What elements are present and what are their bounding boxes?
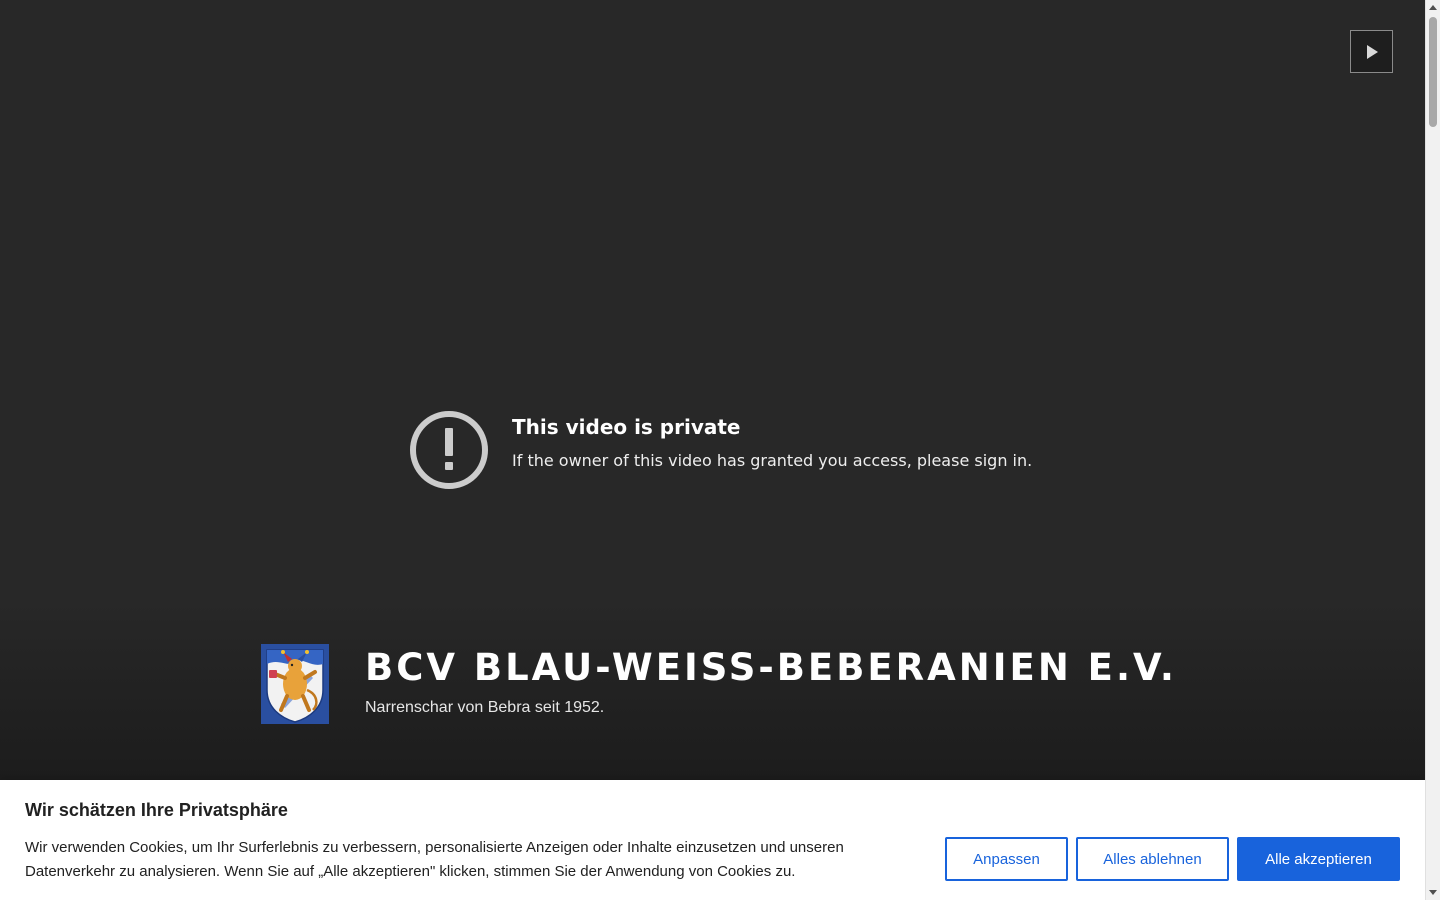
private-video-message: This video is private If the owner of th…	[408, 409, 1032, 491]
private-message-subtitle: If the owner of this video has granted y…	[512, 451, 1033, 470]
play-icon	[1366, 44, 1378, 59]
customize-button[interactable]: Anpassen	[945, 837, 1068, 881]
scroll-up-icon[interactable]	[1429, 5, 1437, 10]
private-message-title: This video is private	[512, 415, 741, 439]
scroll-down-icon[interactable]	[1429, 890, 1437, 895]
video-player[interactable]: This video is private If the owner of th…	[0, 0, 1425, 900]
cookie-consent-banner: Wir schätzen Ihre Privatsphäre Wir verwe…	[0, 780, 1425, 900]
alert-circle-icon	[410, 411, 488, 489]
play-button[interactable]	[1350, 30, 1393, 73]
site-title[interactable]: BCV BLAU-WEISS-BEBERANIEN E.V.	[365, 646, 1177, 690]
private-message-text: This video is private If the owner of th…	[512, 415, 1033, 472]
accept-all-button[interactable]: Alle akzeptieren	[1237, 837, 1400, 881]
cookie-banner-text: Wir verwenden Cookies, um Ihr Surferlebn…	[25, 839, 844, 880]
page: This video is private If the owner of th…	[0, 0, 1440, 900]
club-crest-logo[interactable]	[261, 644, 329, 724]
site-description: Narrenschar von Bebra seit 1952.	[365, 699, 605, 716]
cookie-banner-title: Wir schätzen Ihre Privatsphäre	[25, 800, 288, 820]
site-branding: BCV BLAU-WEISS-BEBERANIEN E.V. Narrensch…	[261, 644, 1177, 724]
reject-all-button[interactable]: Alles ablehnen	[1076, 837, 1229, 881]
page-scrollbar[interactable]	[1425, 0, 1440, 900]
brand-text: BCV BLAU-WEISS-BEBERANIEN E.V. Narrensch…	[365, 646, 1177, 718]
scroll-thumb[interactable]	[1429, 17, 1437, 127]
